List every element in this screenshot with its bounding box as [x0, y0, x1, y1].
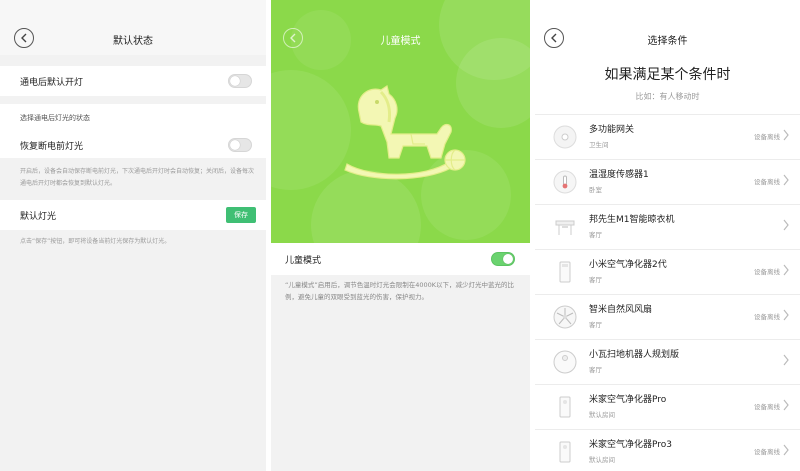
child-mode-toggle[interactable] — [491, 252, 515, 266]
device-row[interactable]: 多功能网关 卫生间 设备离线 — [535, 114, 800, 159]
device-name: 多功能网关 — [589, 125, 635, 135]
device-status: 设备离线 — [754, 268, 780, 276]
device-room: 客厅 — [589, 231, 602, 239]
row-label: 通电后默认开灯 — [20, 78, 84, 88]
device-row[interactable]: 智米自然风风扇 客厅 设备离线 — [535, 294, 800, 339]
device-name: 智米自然风风扇 — [589, 305, 653, 315]
page-title: 默认状态 — [113, 36, 153, 47]
device-room: 客厅 — [589, 321, 602, 329]
device-status: 设备离线 — [754, 403, 780, 411]
chevron-right-icon — [783, 174, 789, 186]
device-name: 米家空气净化器Pro — [589, 395, 667, 405]
chevron-right-icon — [783, 354, 789, 366]
device-row[interactable]: 温湿度传感器1 卧室 设备离线 — [535, 159, 800, 204]
chevron-right-icon — [783, 444, 789, 456]
device-room: 客厅 — [589, 366, 602, 374]
air-purifier-pro3-icon — [553, 440, 577, 464]
device-row[interactable]: 小瓦扫地机器人规划版 客厅 — [535, 339, 800, 384]
device-status: 设备离线 — [754, 133, 780, 141]
gateway-icon — [553, 125, 577, 149]
device-row[interactable]: 小米空气净化器2代 客厅 设备离线 — [535, 249, 800, 294]
temperature-sensor-icon — [553, 170, 577, 194]
rocking-horse-icon — [344, 85, 466, 180]
device-room: 客厅 — [589, 276, 602, 284]
device-status: 设备离线 — [754, 178, 780, 186]
condition-heading: 如果满足某个条件时 — [604, 67, 731, 83]
robot-vacuum-icon — [553, 350, 577, 374]
device-room: 卫生间 — [589, 141, 609, 149]
child-mode-hero: 儿童模式 — [271, 0, 530, 243]
page-title: 儿童模式 — [380, 36, 421, 47]
air-purifier-icon — [553, 260, 577, 284]
device-row[interactable]: 邦先生M1智能晾衣机 客厅 — [535, 204, 800, 249]
device-row[interactable]: 米家空气净化器Pro3 默认房间 设备离线 — [535, 429, 800, 471]
header-bar: 默认状态 — [0, 0, 266, 55]
device-row[interactable]: 米家空气净化器Pro 默认房间 设备离线 — [535, 384, 800, 429]
power-on-default-toggle[interactable] — [228, 74, 252, 88]
device-name: 小米空气净化器2代 — [589, 260, 667, 270]
section-label: 选择通电后灯光的状态 — [20, 114, 90, 122]
save-hint: 点击“保存”按钮，即可将设备当前灯光保存为默认灯光。 — [20, 238, 171, 245]
restore-hint: 开启后，设备会自动保存断电前灯光，下次通电后开灯时会自动恢复；关闭后，设备每次通… — [20, 168, 255, 187]
chevron-right-icon — [783, 264, 789, 276]
restore-toggle[interactable] — [228, 138, 252, 152]
chevron-right-icon — [783, 309, 789, 321]
chevron-right-icon — [783, 399, 789, 411]
row-label: 恢复断电前灯光 — [20, 142, 84, 152]
device-name: 小瓦扫地机器人规划版 — [589, 350, 680, 360]
row-label: 儿童模式 — [285, 256, 322, 266]
fan-icon — [553, 305, 577, 329]
device-name: 温湿度传感器1 — [589, 170, 649, 180]
restore-group: 选择通电后灯光的状态 恢复断电前灯光 — [0, 104, 266, 158]
select-condition-screen: 选择条件 如果满足某个条件时 比如：有人移动时 多功能网关 卫生间 设备离线 温… — [535, 0, 800, 471]
chevron-right-icon — [783, 219, 789, 231]
air-purifier-pro-icon — [553, 395, 577, 419]
device-name: 邦先生M1智能晾衣机 — [589, 215, 675, 225]
child-mode-description: “儿童模式”启用后，调节色温时灯光会限制在4000K以下，减少灯光中蓝光的比例，… — [285, 281, 515, 301]
power-on-default-row[interactable]: 通电后默认开灯 — [0, 66, 266, 96]
device-name: 米家空气净化器Pro3 — [589, 440, 673, 450]
chevron-right-icon — [783, 129, 789, 141]
child-mode-row[interactable]: 儿童模式 — [271, 243, 530, 275]
device-room: 默认房间 — [589, 456, 615, 464]
save-button[interactable]: 保存 — [226, 207, 256, 223]
page-title: 选择条件 — [647, 36, 688, 47]
device-status: 设备离线 — [754, 448, 780, 456]
device-status: 设备离线 — [754, 313, 780, 321]
default-state-screen: 默认状态 通电后默认开灯 选择通电后灯光的状态 恢复断电前灯光 开启后，设备会自… — [0, 0, 266, 471]
condition-example: 比如：有人移动时 — [635, 92, 700, 101]
row-label: 默认灯光 — [20, 212, 57, 222]
device-room: 默认房间 — [589, 411, 615, 419]
device-room: 卧室 — [589, 186, 602, 194]
clothes-dryer-icon — [553, 215, 577, 239]
child-mode-screen: 儿童模式 儿童模式 “儿童模式”启用后，调节色温时灯光会限制在4000K以下，减… — [271, 0, 530, 471]
